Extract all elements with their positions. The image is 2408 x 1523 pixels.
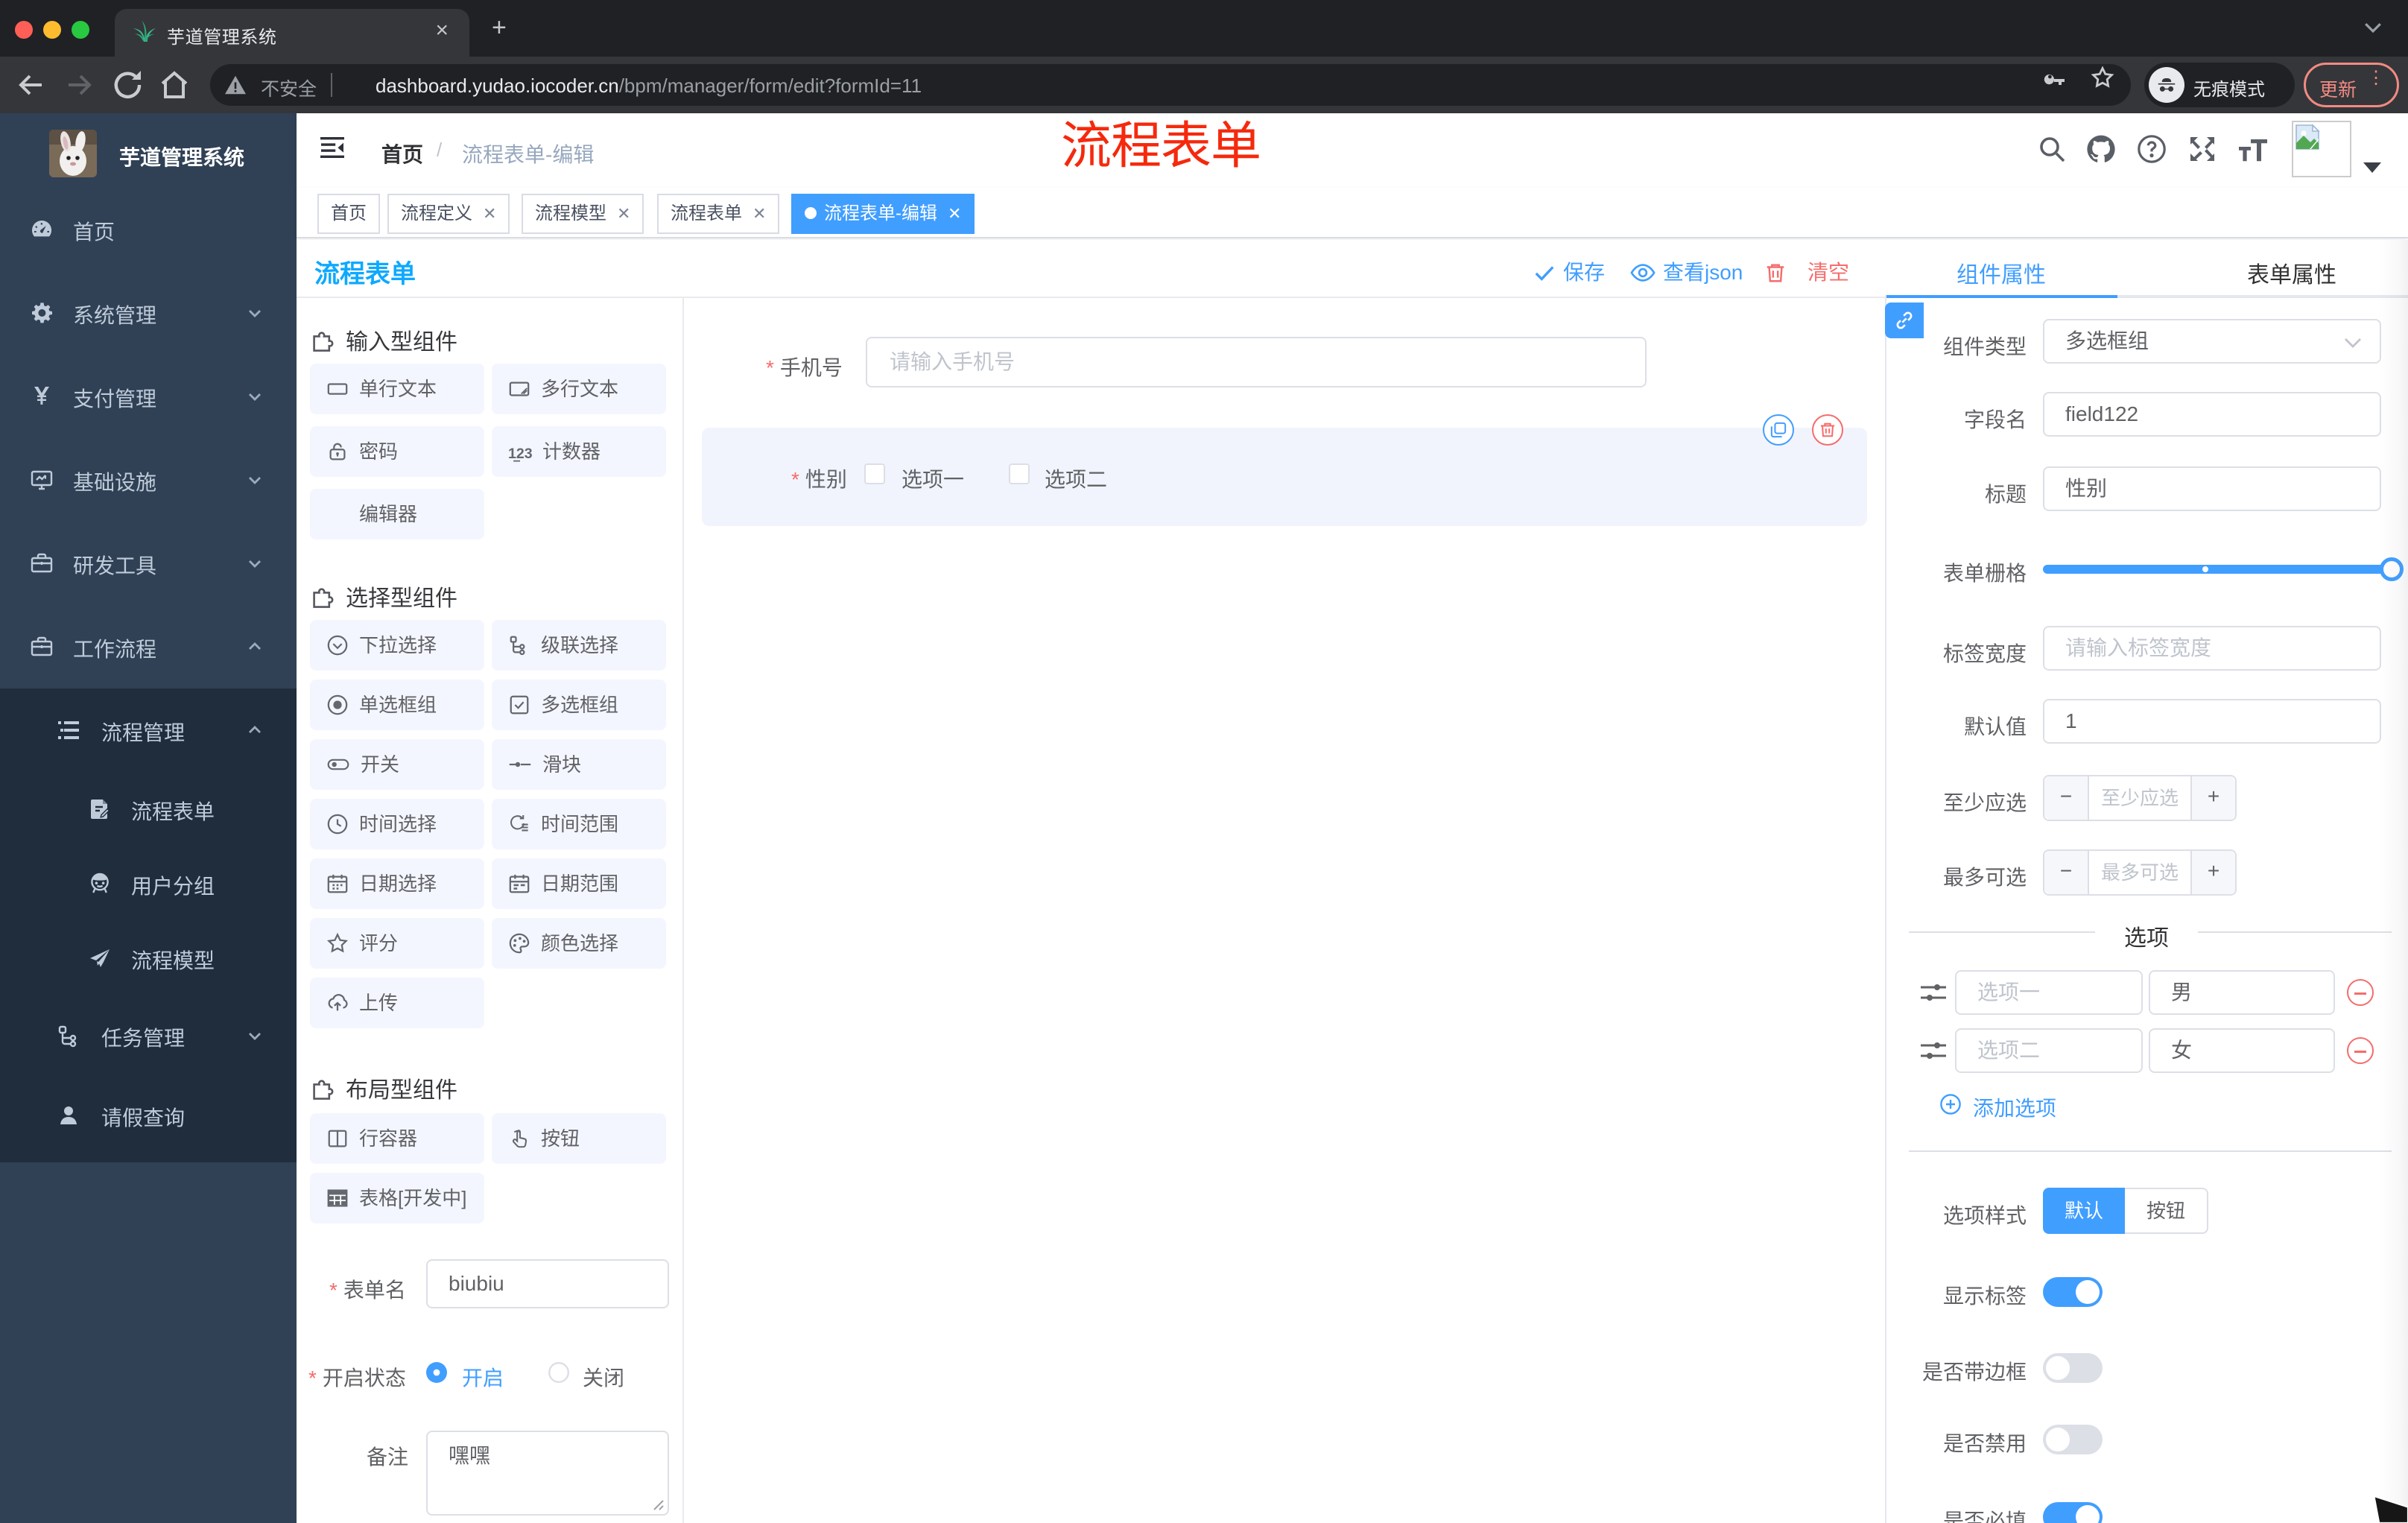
svg-text:123: 123: [508, 446, 532, 462]
